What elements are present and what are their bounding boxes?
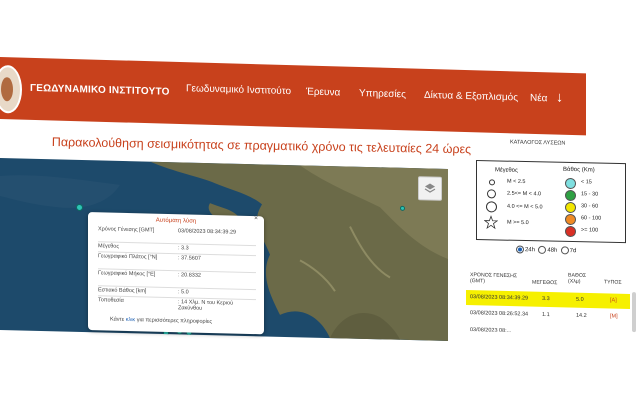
site-header: ΓΕΩΔΥΝΑΜΙΚΟ ΙΝΣΤΙΤΟΥΤΟ Γεωδυναμικό Ινστι… (0, 57, 586, 136)
nav-research[interactable]: Έρευνα (306, 87, 340, 99)
popup-value: : 3.3 (178, 245, 189, 252)
cell-type[interactable]: [A] (610, 298, 617, 304)
table-scrollbar[interactable] (632, 292, 636, 333)
period-selector: 24h 48h 7d (515, 245, 577, 255)
legend-magnitude-3: 4.0 <= M < 5.0 (507, 203, 543, 211)
nav-geodynamic-institute[interactable]: Γεωδυναμικό Ινστιτούτο (186, 83, 291, 97)
logo-emblem (1, 77, 13, 102)
nav-news[interactable]: Νέα (530, 93, 547, 104)
close-icon[interactable]: × (254, 215, 258, 222)
legend-depth-3: 30 - 60 (581, 203, 599, 210)
more-info-link[interactable]: κλικ (126, 317, 135, 323)
cell-depth: 14.2 (576, 312, 587, 319)
depth-swatch-icon (565, 177, 576, 190)
legend-depth-5: >= 100 (581, 227, 599, 234)
legend-depth-2: 15 - 30 (581, 191, 599, 198)
popup-row-origin-time: Χρόνος Γένεσης [GMT] 03/08/2023 08:34:39… (98, 226, 258, 235)
cell-time: 03/08/2023 08:... (470, 327, 512, 335)
legend-depth-header: Βάθος (Km) (563, 166, 595, 174)
depth-swatch-icon (565, 225, 576, 238)
cell-depth: 5.0 (576, 296, 584, 303)
institute-logo[interactable] (0, 64, 22, 114)
earthquake-marker[interactable] (76, 203, 83, 212)
col-header-magnitude: ΜΕΓΕΘΟΣ (532, 279, 558, 287)
map-legend: Μέγεθος Βάθος (Km) M < 2.5 2.5<= M < 4.0… (476, 160, 626, 244)
popup-label: Εστιακό Βάθος [km] (98, 287, 147, 295)
cell-magnitude: 3.3 (542, 295, 550, 303)
arrow-down-icon[interactable]: ↓ (556, 89, 563, 105)
magnitude-circle-icon (486, 201, 497, 213)
popup-label: Γεωγραφικό Πλάτος [°N] (98, 253, 158, 261)
legend-magnitude-header: Μέγεθος (495, 167, 518, 174)
col-header-type: ΤΥΠΟΣ (604, 279, 622, 286)
star-icon (484, 215, 498, 230)
legend-magnitude-4: M >= 5.0 (507, 219, 529, 227)
more-info-text: Κάντε κλικ για περισσότερες πληροφορίες (110, 317, 212, 325)
cell-magnitude: 1.1 (542, 311, 550, 319)
page-title: Παρακολούθηση σεισμικότητας σε πραγματικ… (51, 135, 472, 157)
popup-label: Χρόνος Γένεσης [GMT] (98, 226, 155, 234)
depth-swatch-icon (565, 213, 576, 226)
legend-magnitude-2: 2.5<= M < 4.0 (507, 190, 542, 198)
legend-magnitude-1: M < 2.5 (507, 178, 526, 186)
table-row[interactable]: 03/08/2023 08:26:52.34 1.1 14.2 [M] (466, 306, 630, 325)
earthquake-marker[interactable] (400, 205, 405, 211)
depth-swatch-icon (565, 189, 576, 202)
radio-7d[interactable] (560, 246, 569, 255)
cell-time: 03/08/2023 08:26:52.34 (470, 310, 529, 318)
radio-48h[interactable] (538, 245, 547, 255)
legend-depth-1: < 15 (581, 179, 592, 186)
popup-value: : 37.5607 (178, 255, 201, 262)
radio-24h-label: 24h (524, 247, 536, 254)
magnitude-circle-icon (487, 189, 496, 199)
popup-value: : 14 Χλμ. Ν του Κεριού Ζακύνθου (178, 299, 234, 312)
popup-value: : 5.0 (178, 289, 189, 296)
depth-swatch-icon (565, 201, 576, 214)
nav-networks-equipment[interactable]: Δίκτυα & Εξοπλισμός (424, 90, 518, 104)
popup-title: Αυτόματη λύση (155, 217, 197, 225)
radio-24h[interactable] (515, 245, 525, 254)
radio-48h-label: 48h (547, 247, 558, 254)
site-name[interactable]: ΓΕΩΔΥΝΑΜΙΚΟ ΙΝΣΤΙΤΟΥΤΟ (30, 83, 170, 98)
cell-type[interactable]: [M] (610, 314, 618, 320)
event-popup: Αυτόματη λύση × Χρόνος Γένεσης [GMT] 03/… (88, 212, 264, 335)
popup-label: Μέγεθος (98, 243, 120, 250)
popup-label: Γεωγραφικό Μήκος [°E] (98, 270, 156, 278)
layers-icon (424, 183, 436, 193)
catalog-title: ΚΑΤΑΛΟΓΟΣ ΛΥΣΕΩΝ (509, 139, 566, 147)
popup-value: : 20.8332 (178, 272, 201, 279)
radio-7d-label: 7d (569, 248, 577, 255)
more-info-suffix: για περισσότερες πληροφορίες (135, 317, 212, 326)
browser-page: ΓΕΩΔΥΝΑΜΙΚΟ ΙΝΣΤΙΤΟΥΤΟ Γεωδυναμικό Ινστι… (0, 0, 640, 419)
more-info-prefix: Κάντε (110, 316, 126, 323)
magnitude-circle-icon (489, 179, 495, 186)
layer-switcher-button[interactable] (418, 176, 442, 201)
cell-time: 03/08/2023 08:34:39.29 (470, 294, 529, 302)
legend-depth-4: 60 - 100 (581, 215, 602, 222)
events-table: ΧΡΟΝΟΣ ΓΕΝΕΣΗΣ (GMT) ΜΕΓΕΘΟΣ ΒΑΘΟΣ (Χλμ)… (466, 268, 636, 353)
col-header-origin-time: ΧΡΟΝΟΣ ΓΕΝΕΣΗΣ (GMT) (470, 272, 518, 285)
popup-value: 03/08/2023 08:34:39.29 (178, 228, 237, 236)
table-row[interactable]: 03/08/2023 08:... (466, 323, 630, 335)
nav-services[interactable]: Υπηρεσίες (359, 88, 406, 100)
popup-label: Τοποθεσία (98, 297, 124, 304)
col-header-depth: ΒΑΘΟΣ (Χλμ) (568, 272, 587, 285)
